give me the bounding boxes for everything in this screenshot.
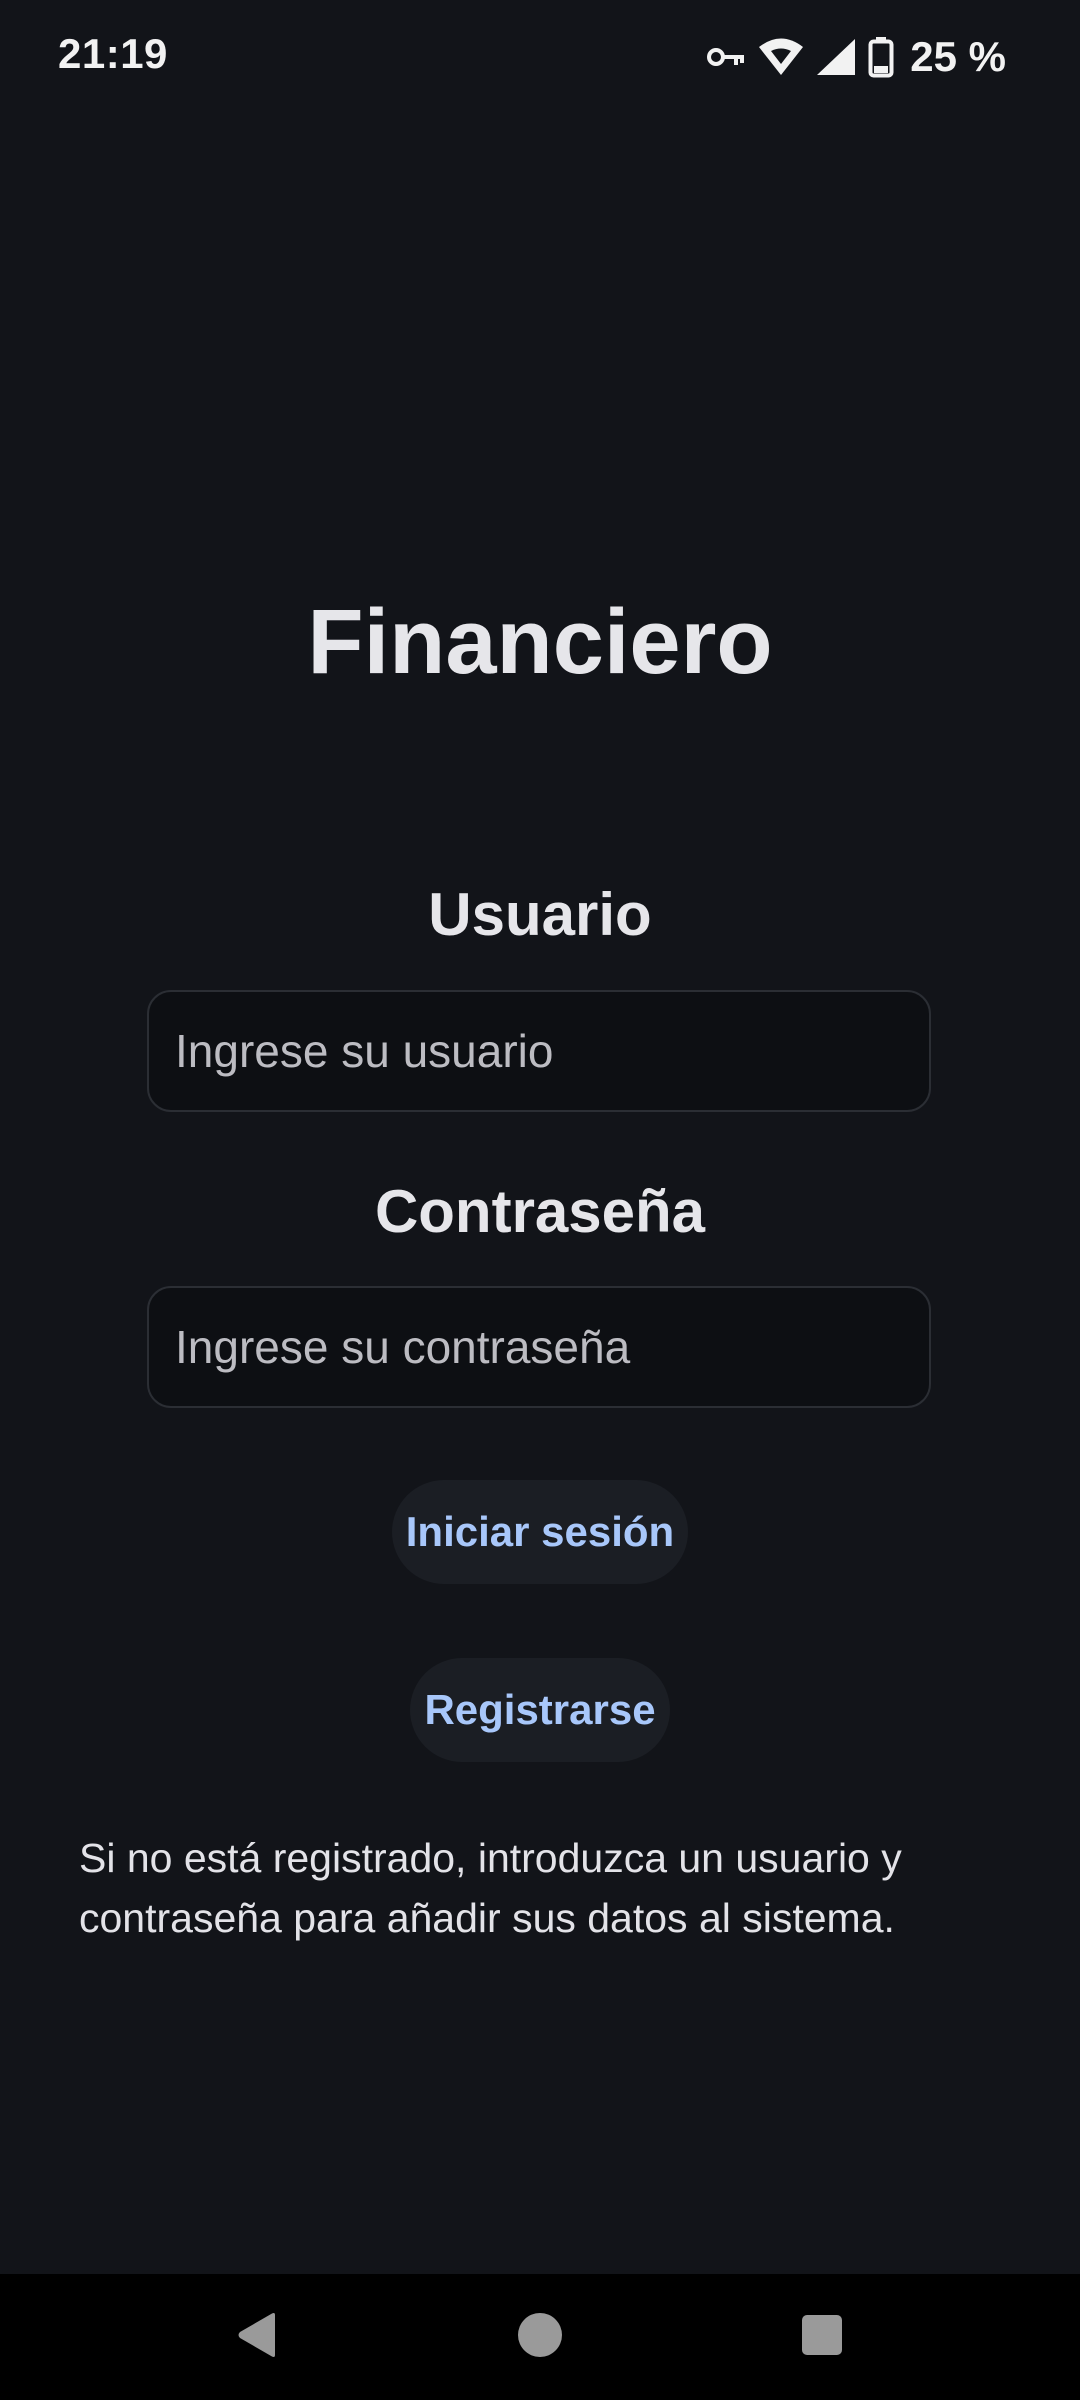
back-button[interactable] [197,2274,317,2400]
status-icons: 25 % [706,33,1006,80]
username-label: Usuario [428,881,652,948]
recents-button[interactable] [762,2274,882,2400]
home-icon [516,2311,564,2364]
cell-signal-icon [816,38,856,76]
status-time: 21:19 [58,30,168,77]
app-title: Financiero [307,591,773,693]
back-icon [235,2311,279,2364]
login-button[interactable]: Iniciar sesión [392,1480,688,1584]
password-label: Contraseña [374,1178,706,1245]
home-button[interactable] [480,2274,600,2400]
wifi-icon [758,38,804,76]
password-input[interactable] [175,1320,903,1374]
battery-icon [868,36,894,78]
navigation-bar [0,2274,1080,2400]
register-button[interactable]: Registrarse [410,1658,670,1762]
battery-percent: 25 % [910,33,1006,80]
password-field[interactable] [147,1286,931,1408]
status-bar: 21:19 25 % [0,0,1080,120]
vpn-key-icon [706,42,746,72]
register-help-text: Si no está registrado, introduzca un usu… [79,1835,902,1941]
recents-icon [801,2314,843,2361]
username-input[interactable] [175,1024,903,1078]
username-field[interactable] [147,990,931,1112]
